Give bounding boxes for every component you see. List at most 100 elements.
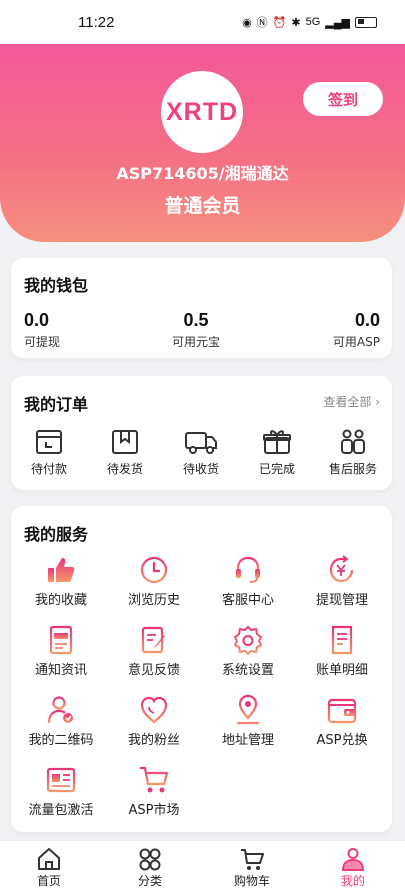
wallet-card: 我的钱包 0.0 可提现 0.5 可用元宝 0.0 可用ASP (11, 258, 392, 358)
member-level: 普通会员 (164, 195, 241, 217)
tab-label: 购物车 (233, 874, 270, 888)
news-icon (49, 625, 73, 655)
service-my-qrcode[interactable]: 我的二维码 (16, 694, 106, 748)
clock-icon (140, 556, 168, 584)
alarm-icon: ⏰ (272, 16, 287, 29)
home-icon (38, 848, 60, 870)
service-label: 我的收藏 (34, 593, 87, 608)
package-icon (112, 430, 138, 454)
network-label: 5G (305, 16, 321, 28)
order-pending-shipment[interactable]: 待发货 (87, 428, 163, 477)
logo-text: XRTD (165, 97, 239, 126)
avatar[interactable]: XRTD (161, 71, 243, 153)
service-label: 流量包激活 (28, 803, 94, 818)
service-my-fans[interactable]: 我的粉丝 (109, 694, 199, 748)
orders-card: 我的订单 查看全部 › 待付款 待发货 待收货 已完成 售后服务 (11, 376, 392, 490)
service-label: 我的粉丝 (127, 733, 180, 748)
view-all-orders-link[interactable]: 查看全部 › (323, 393, 380, 410)
order-label: 已完成 (258, 462, 295, 476)
service-label: ASP市场 (128, 803, 180, 818)
service-asp-exchange[interactable]: ASP兑换 (297, 694, 387, 748)
service-address-management[interactable]: 地址管理 (203, 694, 293, 748)
account-id: ASP714605/湘瑞通达 (116, 164, 289, 183)
user-qr-icon (47, 696, 73, 724)
wallet-asp[interactable]: 0.0 可用ASP (333, 310, 380, 350)
bottom-tab-bar: 首页 分类 购物车 我的 (0, 840, 405, 892)
eye-icon: ◉ (242, 16, 252, 29)
bill-icon (331, 625, 353, 655)
order-label: 售后服务 (328, 462, 377, 476)
tab-label: 首页 (36, 874, 61, 888)
wallet-title: 我的钱包 (24, 276, 89, 295)
cart-icon (241, 849, 264, 870)
tab-label: 我的 (340, 874, 365, 888)
tab-cart[interactable]: 购物车 (217, 847, 287, 889)
wallet-label: 可用元宝 (171, 335, 220, 349)
id-card-icon (46, 767, 76, 793)
profile-header: XRTD 签到 ASP714605/湘瑞通达 普通会员 (0, 38, 405, 242)
location-pin-icon (236, 694, 260, 725)
service-asp-market[interactable]: ASP市场 (109, 764, 199, 818)
category-icon (139, 848, 161, 871)
wallet-pay-icon (36, 430, 62, 454)
wallet-value: 0.0 (24, 310, 50, 330)
cart-icon (140, 766, 169, 793)
service-favorites[interactable]: 我的收藏 (16, 554, 106, 608)
service-feedback[interactable]: 意见反馈 (109, 624, 199, 678)
service-data-package-activation[interactable]: 流量包激活 (16, 764, 106, 818)
status-time: 11:22 (78, 13, 115, 31)
wallet-label: 可用ASP (332, 335, 380, 349)
service-label: 账单明细 (315, 663, 368, 678)
wallet-withdrawable[interactable]: 0.0 可提现 (24, 310, 60, 350)
service-label: 通知资讯 (34, 663, 87, 678)
service-system-settings[interactable]: 系统设置 (203, 624, 293, 678)
orders-title: 我的订单 (24, 395, 89, 414)
service-label: 我的二维码 (28, 733, 94, 748)
service-notifications[interactable]: 通知资讯 (16, 624, 106, 678)
headset-icon (236, 556, 260, 583)
service-label: ASP兑换 (316, 733, 368, 748)
truck-icon (185, 432, 217, 454)
wallet-value: 0.5 (183, 310, 209, 330)
gear-icon (233, 625, 263, 656)
sign-in-button[interactable]: 签到 (303, 82, 383, 116)
wallet-exchange-icon (327, 698, 357, 724)
edit-icon (141, 626, 165, 654)
service-label: 浏览历史 (127, 593, 180, 608)
service-people-icon (341, 429, 365, 454)
tab-mine[interactable]: 我的 (318, 847, 388, 889)
order-label: 待发货 (106, 462, 143, 476)
service-customer-center[interactable]: 客服中心 (203, 554, 293, 608)
thumbs-up-icon (48, 558, 75, 582)
tab-category[interactable]: 分类 (115, 847, 185, 889)
service-history[interactable]: 浏览历史 (109, 554, 199, 608)
order-pending-payment[interactable]: 待付款 (11, 428, 87, 477)
service-label: 提现管理 (315, 593, 368, 608)
yen-withdraw-icon (329, 555, 354, 583)
service-bill-details[interactable]: 账单明细 (297, 624, 387, 678)
order-label: 待收货 (182, 462, 219, 476)
status-icons: ◉ Ⓝ ⏰ ✱ 5G ▂▄▆ (242, 14, 377, 30)
order-completed[interactable]: 已完成 (239, 428, 315, 477)
tab-home[interactable]: 首页 (14, 847, 84, 889)
order-after-sales[interactable]: 售后服务 (315, 428, 391, 477)
wallet-yuanbao[interactable]: 0.5 可用元宝 (156, 310, 236, 350)
battery-icon (355, 16, 377, 28)
user-icon (341, 848, 365, 871)
status-bar: 11:22 ◉ Ⓝ ⏰ ✱ 5G ▂▄▆ (0, 0, 405, 44)
service-withdraw-management[interactable]: 提现管理 (297, 554, 387, 608)
tab-label: 分类 (137, 874, 162, 888)
order-label: 待付款 (30, 462, 67, 476)
service-label: 客服中心 (221, 593, 274, 608)
service-label: 意见反馈 (127, 663, 180, 678)
services-card: 我的服务 我的收藏 浏览历史 客服中心 提现管理 通知资讯 意见反馈 系统设置 … (11, 506, 392, 832)
signal-icon: ▂▄▆ (325, 16, 350, 29)
order-pending-receipt[interactable]: 待收货 (163, 428, 239, 477)
services-title: 我的服务 (24, 525, 89, 544)
service-label: 地址管理 (221, 733, 274, 748)
heart-icon (140, 696, 168, 724)
nfc-icon: Ⓝ (256, 17, 268, 29)
gift-icon (263, 430, 291, 454)
wallet-value: 0.0 (354, 310, 380, 330)
wallet-label: 可提现 (24, 335, 61, 349)
